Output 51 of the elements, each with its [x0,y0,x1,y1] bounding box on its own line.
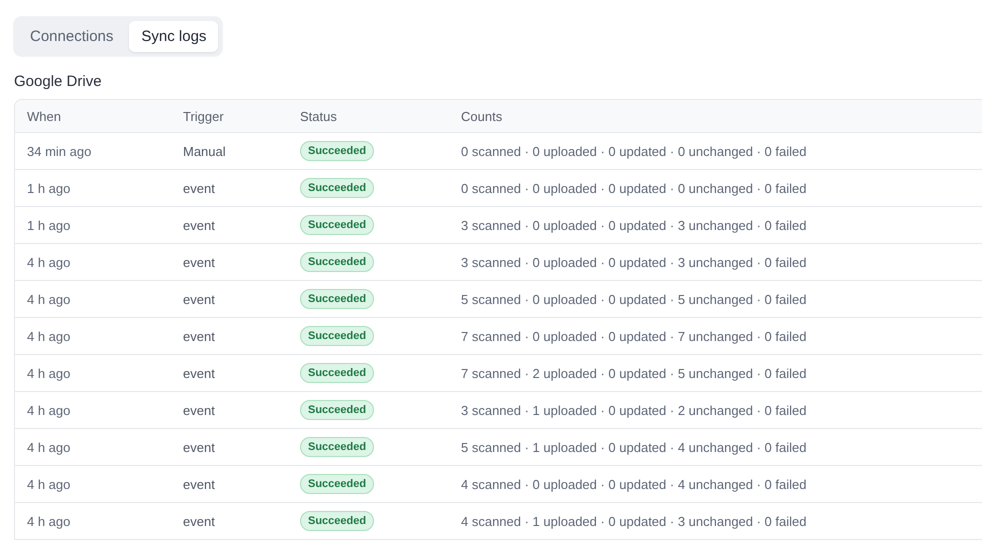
table-cell-text: 0 scanned · 0 uploaded · 0 updated · 0 unchanged · 0 failed [461,180,808,196]
table-cell-text: event [183,218,216,232]
status-badge: Succeeded [300,437,374,457]
table-cell-text: event [183,514,216,528]
table-cell-text: 4 h ago [27,476,72,492]
tab[interactable]: Connections [18,21,126,52]
table-cell-text: 7 scanned · 2 uploaded · 0 updated · 5 unchanged · 0 failed [461,366,808,380]
table-cell-text: 34 min ago [27,144,92,158]
table-cell-text: 1 h ago [27,180,72,196]
tab[interactable]: Sync logs [129,21,218,52]
table-cell-text: Manual [183,144,227,158]
table-cell-text: event [183,328,216,344]
table-cell-text: event [183,366,216,380]
status-badge: Succeeded [300,252,374,272]
table-cell-text: 1 h ago [27,218,72,232]
status-badge: Succeeded [300,511,374,531]
column-header: When [27,108,62,124]
table-cell-text: 4 scanned · 0 uploaded · 0 updated · 4 unchanged · 0 failed [461,476,808,492]
table-cell-text: 4 h ago [27,514,72,528]
status-badge: Succeeded [300,400,374,420]
column-header: Trigger [183,108,225,124]
table-cell-text: 4 scanned · 1 uploaded · 0 updated · 3 unchanged · 0 failed [461,514,808,528]
section-title: Google Drive [14,73,103,90]
column-header: Counts [461,108,504,124]
table-cell-text: 4 h ago [27,328,72,344]
table-cell-text: 5 scanned · 1 uploaded · 0 updated · 4 unchanged · 0 failed [461,440,808,454]
table-cell-text: 7 scanned · 0 uploaded · 0 updated · 7 unchanged · 0 failed [461,328,808,344]
status-badge: Succeeded [300,363,374,383]
table-cell-text: 4 h ago [27,402,72,418]
table-cell-text: 3 scanned · 0 uploaded · 0 updated · 3 unchanged · 0 failed [461,218,808,232]
table-cell-text: 4 h ago [27,366,72,380]
table-cell-text: event [183,402,216,418]
table-cell-text: 5 scanned · 0 uploaded · 0 updated · 5 unchanged · 0 failed [461,292,808,306]
table-cell-text: event [183,254,216,270]
table-cell-text: event [183,180,216,196]
table-cell-text: event [183,476,216,492]
table-cell-text: 3 scanned · 0 uploaded · 0 updated · 3 unchanged · 0 failed [461,254,808,270]
table-cell-text: 4 h ago [27,254,72,270]
column-header: Status [300,108,338,124]
table-cell-text: 0 scanned · 0 uploaded · 0 updated · 0 unchanged · 0 failed [461,144,808,158]
table-cell-text: 4 h ago [27,292,72,306]
status-badge: Succeeded [300,178,374,198]
status-badge: Succeeded [300,215,374,235]
table-cell-text: 4 h ago [27,440,72,454]
status-badge: Succeeded [300,289,374,309]
table-cell-text: event [183,292,216,306]
table-cell-text: event [183,440,216,454]
status-badge: Succeeded [300,141,374,161]
status-badge: Succeeded [300,326,374,346]
table-cell-text: 3 scanned · 1 uploaded · 0 updated · 2 unchanged · 0 failed [461,402,808,418]
status-badge: Succeeded [300,474,374,494]
